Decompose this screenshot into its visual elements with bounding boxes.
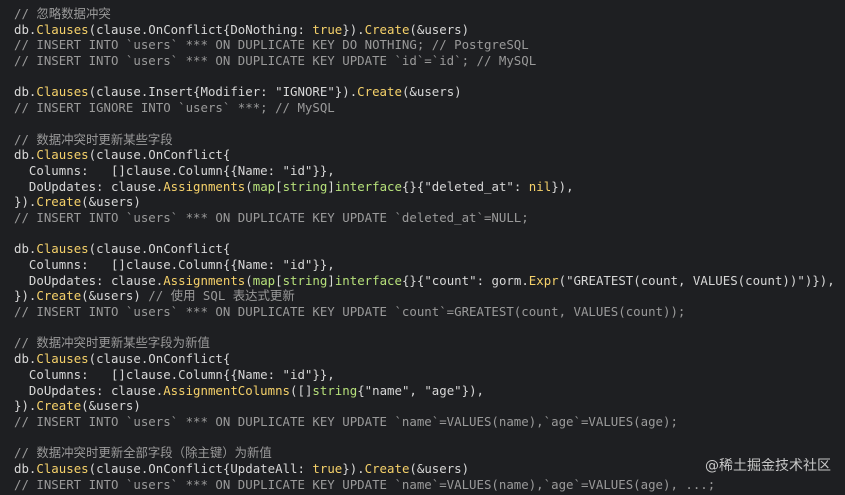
code-line: // INSERT IGNORE INTO `users` ***; // My… — [14, 100, 335, 116]
code-line: }).Create(&users) — [14, 194, 141, 210]
code-line: db.Clauses(clause.Insert{Modifier: "IGNO… — [14, 84, 462, 100]
code-block: // 忽略数据冲突 db.Clauses(clause.OnConflict{Do… — [14, 6, 845, 492]
code-editor: // 忽略数据冲突 db.Clauses(clause.OnConflict{Do… — [0, 0, 845, 495]
code-line: db.Clauses(clause.OnConflict{ — [14, 241, 231, 257]
code-line: // 数据冲突时更新某些字段 — [14, 131, 173, 147]
code-line: DoUpdates: clause.Assignments(map[string… — [14, 178, 574, 194]
code-line: Columns: []clause.Column{{Name: "id"}}, — [14, 162, 335, 178]
watermark: @稀土掘金技术社区 — [705, 458, 831, 474]
code-line: Columns: []clause.Column{{Name: "id"}}, — [14, 257, 335, 272]
code-line: // 忽略数据冲突 — [14, 6, 111, 21]
code-line: Columns: []clause.Column{{Name: "id"}}, — [14, 366, 335, 382]
code-line: DoUpdates: clause.AssignmentColumns([]st… — [14, 382, 485, 398]
code-line: }).Create(&users) // 使用 SQL 表达式更新 — [14, 288, 295, 304]
code-line: db.Clauses(clause.OnConflict{ — [14, 351, 231, 367]
code-line: // INSERT INTO `users` *** ON DUPLICATE … — [14, 413, 678, 429]
code-line: // INSERT INTO `users` *** ON DUPLICATE … — [14, 209, 529, 225]
code-line: db.Clauses(clause.OnConflict{ — [14, 147, 231, 163]
code-line: }).Create(&users) — [14, 398, 141, 414]
code-line: // 数据冲突时更新某些字段为新值 — [14, 335, 210, 351]
code-line: DoUpdates: clause.Assignments(map[string… — [14, 272, 835, 288]
code-line: // INSERT INTO `users` *** ON DUPLICATE … — [14, 53, 537, 69]
code-line: // INSERT INTO `users` *** ON DUPLICATE … — [14, 304, 686, 320]
code-line: // INSERT INTO `users` *** ON DUPLICATE … — [14, 476, 716, 492]
code-line: db.Clauses(clause.OnConflict{DoNothing: … — [14, 21, 470, 37]
code-line: // INSERT INTO `users` *** ON DUPLICATE … — [14, 37, 529, 53]
